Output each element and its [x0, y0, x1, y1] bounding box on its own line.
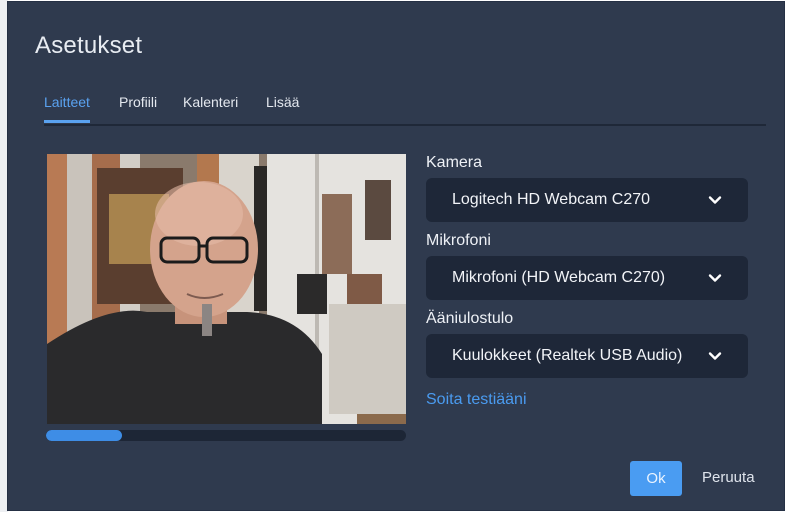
camera-preview-image — [47, 154, 406, 424]
tab-bar: Laitteet Profiili Kalenteri Lisää — [44, 94, 766, 126]
chevron-down-icon — [708, 196, 722, 204]
dialog-title: Asetukset — [35, 32, 143, 59]
speaker-label: Ääniulostulo — [426, 310, 514, 327]
camera-label: Kamera — [426, 154, 483, 171]
tab-devices[interactable]: Laitteet — [44, 94, 90, 123]
settings-dialog: Asetukset Laitteet Profiili Kalenteri Li… — [8, 2, 784, 510]
mic-level-fill — [46, 430, 122, 441]
tab-more[interactable]: Lisää — [266, 94, 299, 120]
chevron-down-icon — [708, 352, 722, 360]
tab-calendar[interactable]: Kalenteri — [183, 94, 238, 120]
cancel-button[interactable]: Peruuta — [702, 469, 755, 486]
speaker-select[interactable]: Kuulokkeet (Realtek USB Audio) — [426, 334, 748, 378]
camera-select[interactable]: Logitech HD Webcam C270 — [426, 178, 748, 222]
ok-button[interactable]: Ok — [630, 461, 682, 496]
background-window — [0, 0, 8, 512]
microphone-label: Mikrofoni — [426, 232, 491, 249]
test-sound-link[interactable]: Soita testiääni — [426, 391, 527, 409]
speaker-select-value: Kuulokkeet (Realtek USB Audio) — [452, 347, 683, 364]
microphone-select[interactable]: Mikrofoni (HD Webcam C270) — [426, 256, 748, 300]
camera-preview — [47, 154, 406, 424]
chevron-down-icon — [708, 274, 722, 282]
mic-level-meter — [46, 430, 406, 441]
tab-profile[interactable]: Profiili — [119, 94, 157, 120]
camera-select-value: Logitech HD Webcam C270 — [452, 191, 651, 208]
microphone-select-value: Mikrofoni (HD Webcam C270) — [452, 269, 666, 286]
